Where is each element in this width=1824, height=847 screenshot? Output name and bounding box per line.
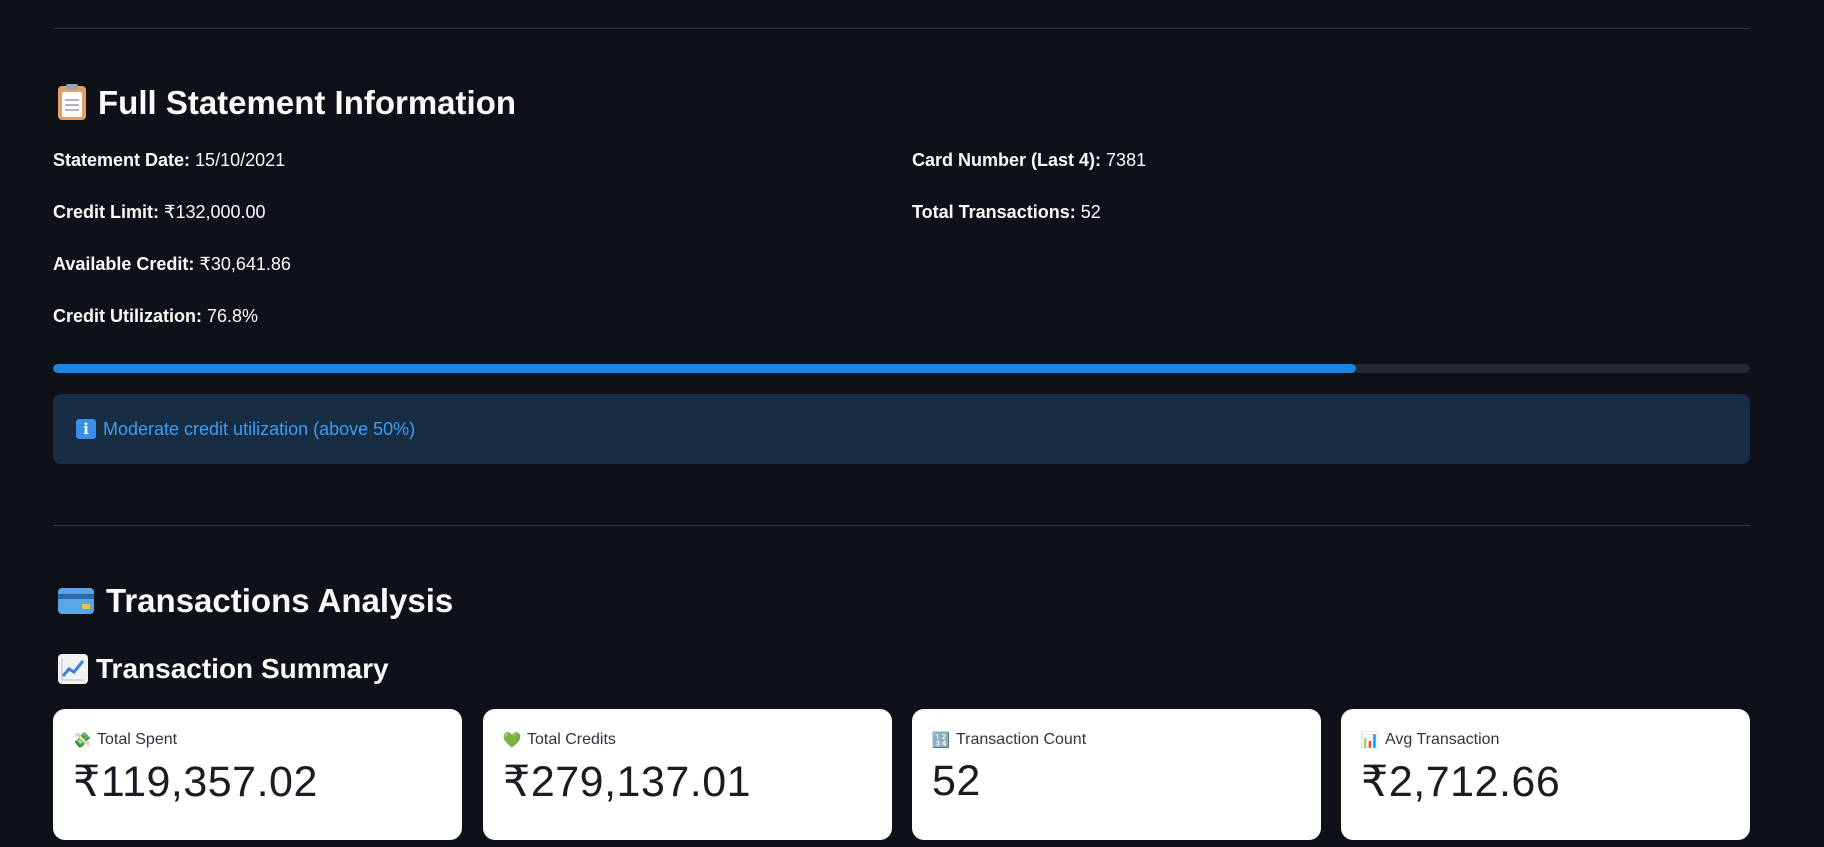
input-numbers-icon: 🔢 <box>931 732 951 749</box>
transactions-title: Transactions Analysis <box>106 582 454 619</box>
credit-utilization-progress-bar <box>53 364 1750 373</box>
total-transactions-field: Total Transactions: 52 <box>912 202 1101 223</box>
metric-value: ₹119,357.02 <box>73 758 318 806</box>
statement-heading: Full Statement Information <box>58 84 516 122</box>
app-main: Full Statement Information Statement Dat… <box>0 0 1824 847</box>
statement-title: Full Statement Information <box>98 84 517 121</box>
available-credit-label: Available Credit: <box>53 254 195 274</box>
transactions-heading: Transactions Analysis <box>58 582 453 620</box>
metric-card-total-credits: 💚 Total Credits ₹279,137.01 <box>483 709 892 840</box>
progress-fill <box>53 364 1357 373</box>
statement-date-label: Statement Date: <box>53 150 191 170</box>
card-number-value: 7381 <box>1106 150 1147 170</box>
credit-utilization-value: 76.8% <box>207 306 259 326</box>
metric-label: Total Credits <box>527 731 616 748</box>
metric-card-avg-transaction: 📊 Avg Transaction ₹2,712.66 <box>1341 709 1750 840</box>
credit-limit-label: Credit Limit: <box>53 202 159 222</box>
metric-value: 52 <box>932 757 981 805</box>
total-transactions-value: 52 <box>1080 202 1101 222</box>
summary-title: Transaction Summary <box>96 653 389 684</box>
summary-heading: Transaction Summary <box>58 653 389 685</box>
statement-date-value: 15/10/2021 <box>195 150 286 170</box>
available-credit-value: ₹30,641.86 <box>199 254 291 274</box>
credit-utilization-label: Credit Utilization: <box>53 306 202 326</box>
metric-value: ₹2,712.66 <box>1361 758 1561 806</box>
card-number-field: Card Number (Last 4): 7381 <box>912 150 1146 171</box>
total-transactions-label: Total Transactions: <box>912 202 1076 222</box>
clipboard-icon <box>58 84 86 120</box>
available-credit-field: Available Credit: ₹30,641.86 <box>53 254 291 275</box>
info-message: Moderate credit utilization (above 50%) <box>103 418 416 439</box>
credit-limit-value: ₹132,000.00 <box>164 202 266 222</box>
bar-chart-icon: 📊 <box>1360 732 1380 749</box>
top-divider <box>53 28 1750 29</box>
credit-utilization-field: Credit Utilization: 76.8% <box>53 306 258 327</box>
card-number-label: Card Number (Last 4): <box>912 150 1102 170</box>
info-icon: i <box>76 419 96 439</box>
money-with-wings-icon: 💸 <box>72 732 92 749</box>
statement-date-field: Statement Date: 15/10/2021 <box>53 150 285 171</box>
metric-label: Total Spent <box>97 731 178 748</box>
utilization-info-alert: i Moderate credit utilization (above 50%… <box>53 394 1750 464</box>
green-heart-icon: 💚 <box>502 732 522 749</box>
credit-limit-field: Credit Limit: ₹132,000.00 <box>53 202 266 223</box>
metric-label: Transaction Count <box>956 731 1087 748</box>
section-divider <box>53 525 1750 526</box>
metric-label: Avg Transaction <box>1385 731 1500 748</box>
metric-card-transaction-count: 🔢 Transaction Count 52 <box>912 709 1321 840</box>
credit-card-icon <box>58 588 94 614</box>
metric-card-total-spent: 💸 Total Spent ₹119,357.02 <box>53 709 462 840</box>
metric-value: ₹279,137.01 <box>503 758 752 806</box>
chart-increasing-icon <box>58 654 88 684</box>
